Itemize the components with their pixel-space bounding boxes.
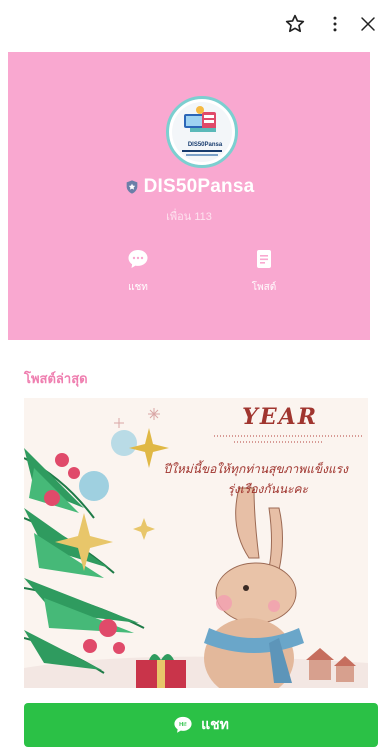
- profile-header: DIS50Pansa DIS50Pansa เพื่อน 113 แชท โพส…: [8, 52, 370, 340]
- favorite-button[interactable]: [281, 10, 309, 38]
- more-vertical-icon: [333, 16, 337, 32]
- friends-count: เพื่อน 113: [166, 211, 212, 223]
- close-icon: [361, 17, 375, 31]
- close-button[interactable]: [354, 10, 378, 38]
- post-greeting-line1: ปีใหม่นี้ขอให้ทุกท่านสุขภาพแข็งแรง: [163, 462, 348, 476]
- chat-button-label: แชท: [201, 716, 229, 732]
- chat-action-label: แชท: [128, 282, 148, 293]
- top-bar: [0, 0, 378, 48]
- posts-action[interactable]: โพสต์: [234, 247, 294, 295]
- avatar[interactable]: DIS50Pansa: [166, 96, 238, 168]
- avatar-illustration: [182, 106, 222, 156]
- posts-action-label: โพสต์: [251, 282, 277, 293]
- star-icon: [285, 14, 305, 33]
- more-options-button[interactable]: [321, 10, 349, 38]
- avatar-caption: DIS50Pansa: [187, 142, 223, 148]
- chat-button[interactable]: Hi! แชท: [24, 703, 378, 747]
- latest-posts-title: โพสต์ล่าสุด: [24, 371, 88, 386]
- chat-hi-badge: Hi!: [179, 722, 187, 728]
- account-name-row: DIS50Pansa: [8, 176, 370, 198]
- post-image: [24, 398, 368, 688]
- avatar-image: DIS50Pansa: [172, 102, 232, 162]
- shield-icon: [126, 180, 137, 194]
- post-card[interactable]: YEAR ปีใหม่นี้ขอให้ทุกท่านสุขภาพแข็งแรง …: [24, 398, 368, 688]
- post-year-text: YEAR: [242, 404, 318, 430]
- chat-hi-icon: Hi!: [174, 716, 192, 733]
- document-icon: [257, 250, 271, 268]
- chat-action[interactable]: แชท: [108, 247, 168, 295]
- chat-bubble-icon: [128, 250, 148, 268]
- account-name: DIS50Pansa: [143, 176, 255, 197]
- post-greeting-line2: รุ่งเรืองกันนะคะ: [227, 482, 308, 496]
